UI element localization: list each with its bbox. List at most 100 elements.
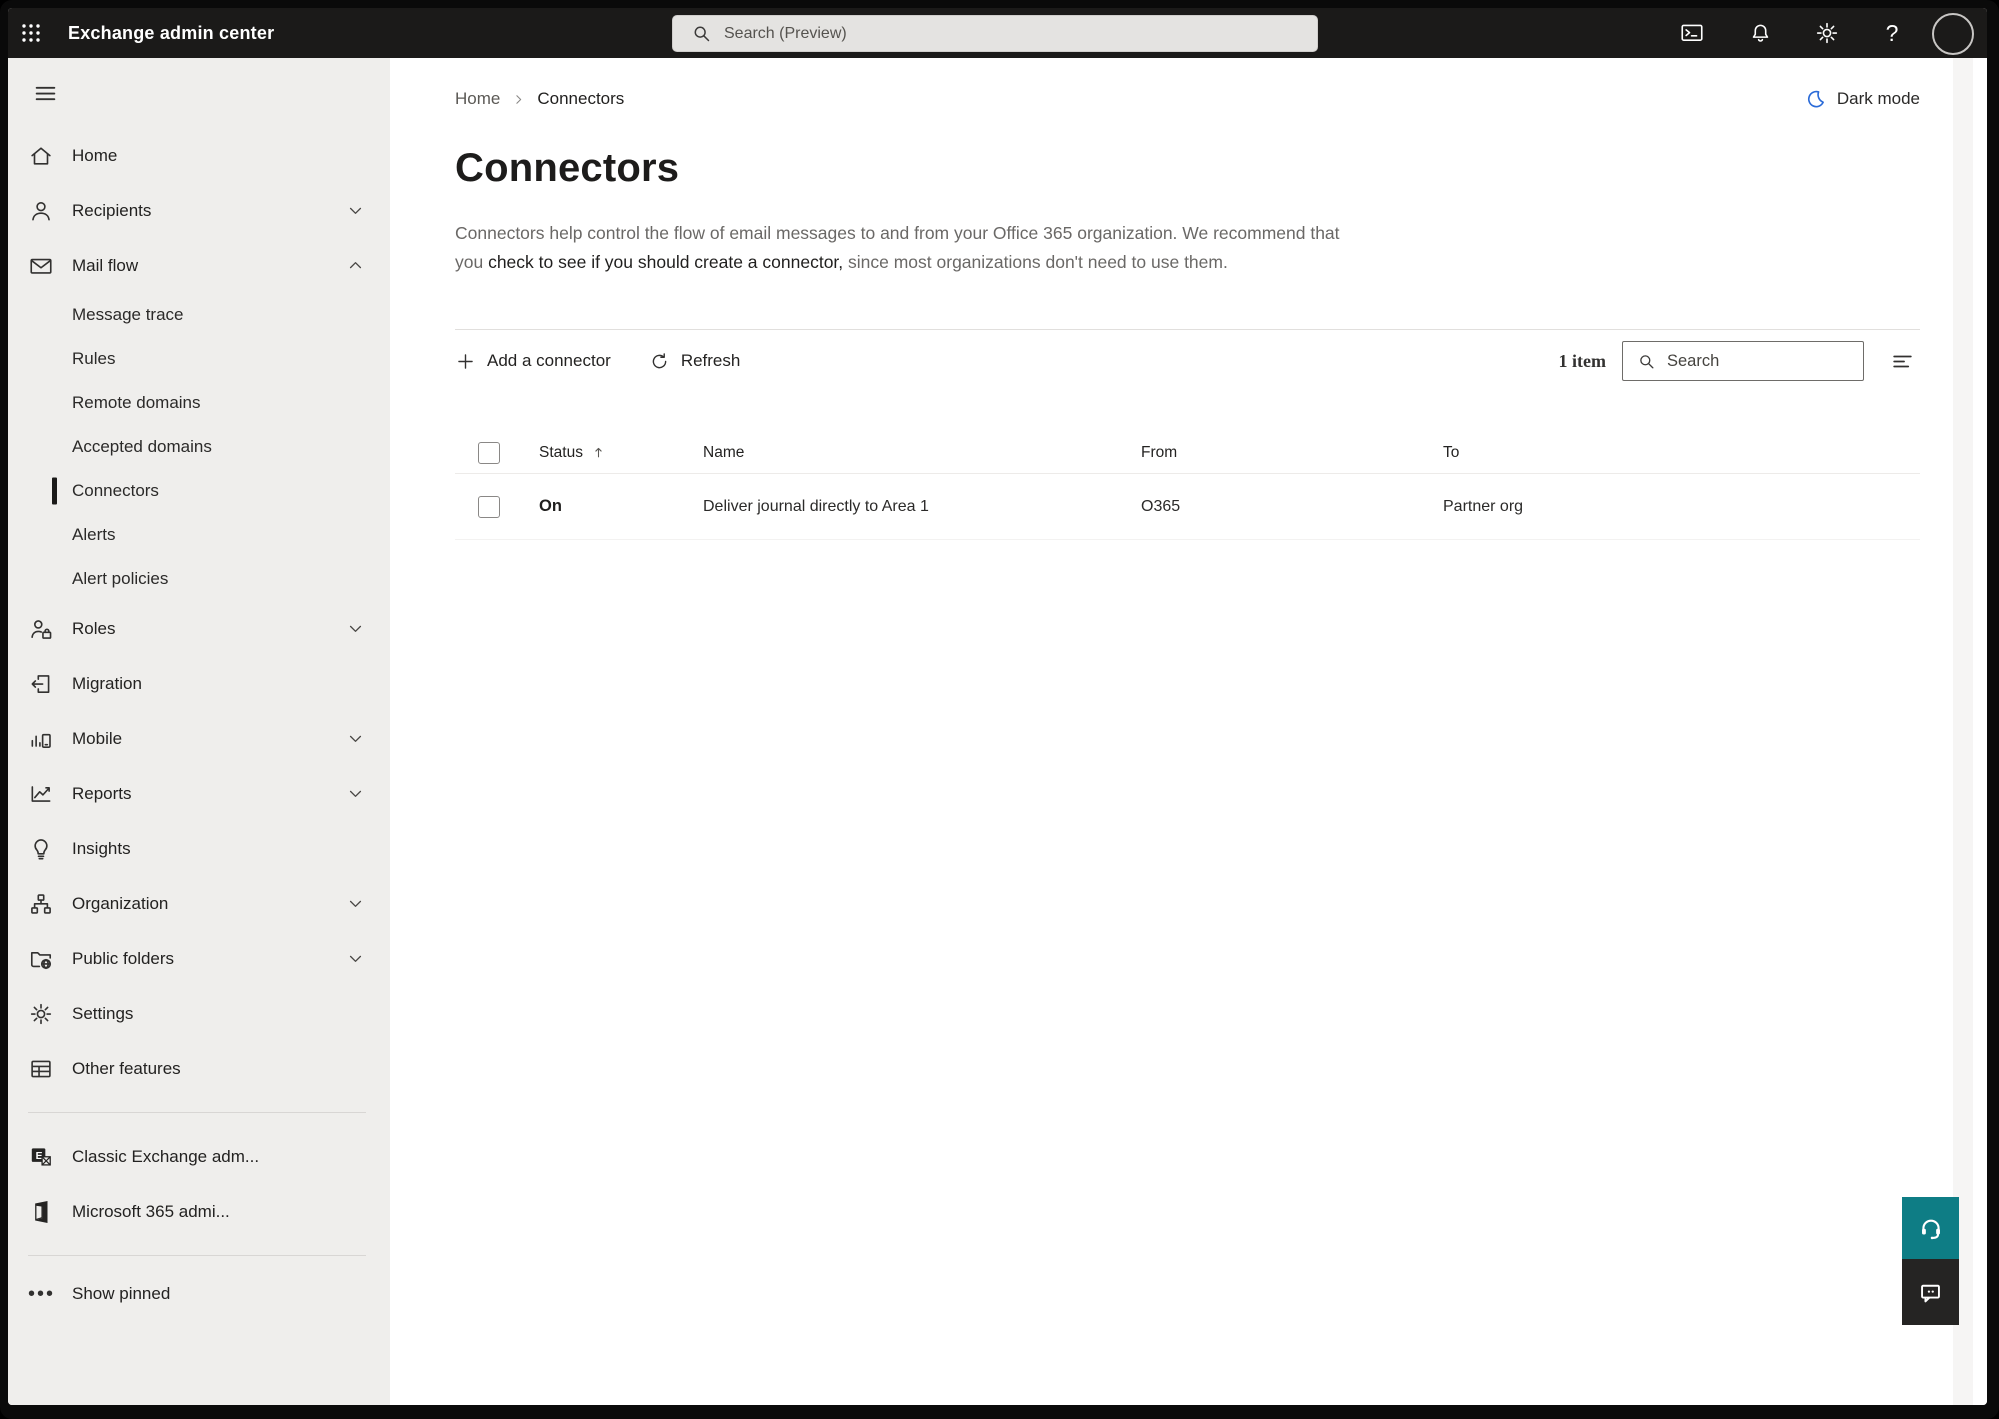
sidebar-item-public-folders[interactable]: Public folders: [8, 931, 390, 986]
sidebar-label: Connectors: [72, 481, 159, 500]
dark-mode-toggle[interactable]: Dark mode: [1805, 88, 1920, 110]
notifications-button[interactable]: [1738, 8, 1782, 58]
sort-ascending-icon: [591, 445, 606, 460]
person-briefcase-icon: [31, 619, 52, 639]
gear-icon: [30, 1003, 52, 1024]
select-all-checkbox[interactable]: [478, 441, 500, 464]
column-header-name[interactable]: Name: [703, 444, 1141, 462]
sidebar-item-rules[interactable]: Rules: [8, 337, 390, 381]
sidebar-divider: [28, 1112, 366, 1113]
sidebar-item-home[interactable]: Home: [8, 128, 390, 183]
sidebar-label: Show pinned: [72, 1284, 171, 1303]
sidebar-label: Migration: [72, 673, 142, 693]
sidebar-item-organization[interactable]: Organization: [8, 876, 390, 931]
sidebar-item-remote-domains[interactable]: Remote domains: [8, 381, 390, 425]
help-support-button[interactable]: [1902, 1197, 1959, 1259]
sidebar-item-roles[interactable]: Roles: [8, 601, 390, 656]
description-text: since most organizations don't need to u…: [843, 252, 1228, 272]
line-chart-icon: [31, 785, 51, 802]
global-search-input[interactable]: [724, 24, 1284, 43]
sidebar-item-insights[interactable]: Insights: [8, 821, 390, 876]
row-checkbox[interactable]: [478, 495, 500, 518]
refresh-icon: [652, 352, 667, 368]
sidebar-item-settings[interactable]: Settings: [8, 986, 390, 1041]
global-search-box[interactable]: [672, 15, 1318, 52]
connectors-table: Status Name From To On Deliver journal d…: [455, 432, 1920, 540]
sidebar-label: Microsoft 365 admi...: [72, 1201, 230, 1221]
sidebar-item-show-pinned[interactable]: ••• Show pinned: [8, 1272, 390, 1316]
sidebar-label: Rules: [72, 349, 116, 368]
dark-mode-label: Dark mode: [1836, 89, 1920, 108]
column-header-from[interactable]: From: [1141, 444, 1443, 462]
sidebar-item-recipients[interactable]: Recipients: [8, 183, 390, 238]
sidebar-item-migration[interactable]: Migration: [8, 656, 390, 711]
sidebar-label: Other features: [72, 1058, 181, 1078]
app-title: Exchange admin center: [68, 22, 275, 43]
sidebar-item-alerts[interactable]: Alerts: [8, 513, 390, 557]
microsoft-365-logo-icon: [35, 1200, 48, 1223]
sidebar-label: Classic Exchange adm...: [72, 1146, 260, 1166]
sidebar-item-mail-flow[interactable]: Mail flow: [8, 238, 390, 293]
column-header-status[interactable]: Status: [539, 444, 703, 462]
document-arrow-icon: [31, 674, 50, 693]
sidebar-label: Home: [72, 145, 118, 165]
waffle-icon: [22, 24, 40, 42]
sidebar-item-connectors[interactable]: Connectors: [8, 469, 390, 513]
page-description: Connectors help control the flow of emai…: [455, 219, 1360, 277]
chevron-down-icon: [349, 735, 362, 742]
sidebar-label: Remote domains: [72, 393, 201, 412]
bell-icon: [1752, 24, 1768, 42]
add-connector-button[interactable]: Add a connector: [455, 351, 611, 372]
sidebar-item-alert-policies[interactable]: Alert policies: [8, 557, 390, 601]
cell-name[interactable]: Deliver journal directly to Area 1: [703, 498, 1141, 516]
sidebar-label: Message trace: [72, 305, 184, 324]
sidebar-label: Mobile: [72, 728, 123, 748]
cell-status: On: [539, 497, 562, 515]
chevron-down-icon: [349, 955, 362, 962]
sidebar-label: Public folders: [72, 948, 175, 968]
sidebar-item-m365-admin[interactable]: Microsoft 365 admi...: [8, 1184, 390, 1239]
account-avatar[interactable]: [1932, 13, 1974, 55]
sidebar-label: Alerts: [72, 525, 116, 544]
chevron-down-icon: [349, 625, 362, 632]
sidebar-item-reports[interactable]: Reports: [8, 766, 390, 821]
cloud-shell-button[interactable]: [1670, 8, 1714, 58]
list-search-input[interactable]: [1667, 351, 1837, 371]
collapse-nav-button[interactable]: [28, 76, 62, 110]
chevron-right-icon: [512, 93, 525, 106]
lightbulb-icon: [34, 838, 48, 859]
breadcrumb-current: Connectors: [537, 89, 625, 108]
table-row[interactable]: On Deliver journal directly to Area 1 O3…: [455, 474, 1920, 540]
moon-icon: [1807, 90, 1824, 108]
mobile-stats-icon: [31, 733, 51, 748]
table-header-row: Status Name From To: [455, 432, 1920, 474]
sidebar-label: Insights: [72, 838, 131, 858]
sidebar-item-message-trace[interactable]: Message trace: [8, 293, 390, 337]
window-frame: Exchange admin center Search (Preview) ?…: [0, 0, 1999, 1419]
chevron-down-icon: [349, 790, 362, 797]
sidebar-item-accepted-domains[interactable]: Accepted domains: [8, 425, 390, 469]
question-mark-icon: ?: [1885, 19, 1899, 46]
breadcrumb-home-link[interactable]: Home: [455, 89, 500, 109]
sidebar-divider: [28, 1255, 366, 1256]
list-search-box[interactable]: [1622, 341, 1864, 381]
feedback-button[interactable]: [1902, 1259, 1959, 1325]
sidebar-label: Accepted domains: [72, 437, 212, 456]
page-title: Connectors: [455, 146, 680, 190]
sidebar-item-other-features[interactable]: Other features: [8, 1041, 390, 1096]
help-button[interactable]: ?: [1870, 8, 1914, 58]
headset-icon: [1921, 1219, 1940, 1240]
sidebar-label: Alert policies: [72, 569, 169, 588]
app-launcher-button[interactable]: [8, 8, 54, 58]
home-icon: [31, 146, 51, 165]
org-chart-icon: [31, 893, 51, 914]
left-navigation: Home Recipients Mail flow Message trace …: [8, 58, 390, 1405]
filter-button[interactable]: [1884, 343, 1920, 379]
sidebar-item-mobile[interactable]: Mobile: [8, 711, 390, 766]
refresh-button[interactable]: Refresh: [649, 351, 740, 372]
description-link-text[interactable]: check to see if you should create a conn…: [488, 252, 843, 272]
column-header-to[interactable]: To: [1443, 444, 1920, 462]
sidebar-item-classic-exchange[interactable]: E Classic Exchange adm...: [8, 1129, 390, 1184]
list-toolbar: Add a connector Refresh 1 item: [455, 330, 1920, 392]
settings-button[interactable]: [1805, 8, 1849, 58]
